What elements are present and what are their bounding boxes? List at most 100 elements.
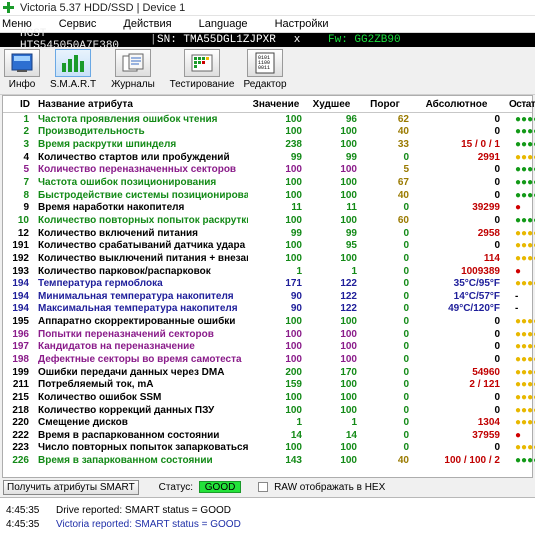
device-firmware: Fw: GG2ZB90 bbox=[328, 34, 401, 46]
get-smart-button[interactable]: Получить атрибуты SMART bbox=[3, 479, 139, 495]
table-row[interactable]: 222 Время в распаркованном состоянии 14 14 0… bbox=[3, 429, 532, 442]
cell-threshold: 0 bbox=[403, 202, 409, 214]
table-row[interactable]: 2 Производительность 100 100 40 0 ●●●●● bbox=[3, 126, 535, 139]
cell-rest: ● bbox=[515, 265, 522, 277]
table-row[interactable]: 220 Смещение дисков 1 1 0 1304 ●●●● bbox=[3, 416, 535, 429]
cell-name: Частота проявления ошибок чтения bbox=[38, 113, 218, 125]
table-row[interactable]: 215 Количество ошибок SSM 100 100 0 0 ●●●● bbox=[3, 391, 535, 404]
test-tab-button[interactable]: Тестирование bbox=[168, 49, 236, 90]
cell-rest: ●●●● bbox=[515, 391, 535, 403]
cell-name: Кандидатов на переназначение bbox=[38, 341, 195, 353]
table-row[interactable]: 195 Аппаратно скорректированные ошибки 100… bbox=[3, 315, 535, 328]
status-badge: GOOD bbox=[199, 481, 242, 493]
table-row[interactable]: 226 Время в запаркованном состоянии 143 100… bbox=[3, 454, 535, 467]
table-row[interactable]: 191 Количество срабатываний датчика удара… bbox=[3, 239, 535, 252]
cell-value: 100 bbox=[285, 189, 302, 201]
table-row[interactable]: 198 Дефектные секторы во время самотеста 1… bbox=[3, 353, 535, 366]
cell-raw: 2 / 121 bbox=[469, 379, 500, 391]
table-row[interactable]: 199 Ошибки передачи данных через DMA 200 17… bbox=[3, 366, 535, 379]
table-row[interactable]: 10 Количество повторных попыток раскрутки… bbox=[3, 214, 535, 227]
editor-tab-button[interactable]: 0101 1100 0011 Редактор bbox=[243, 49, 287, 90]
table-row[interactable]: 1 Частота проявления ошибок чтения 100 96 62… bbox=[3, 113, 535, 126]
cell-value: 159 bbox=[285, 379, 302, 391]
cell-id: 198 bbox=[12, 353, 29, 365]
cell-threshold: 0 bbox=[403, 252, 409, 264]
cell-raw: 0 bbox=[494, 240, 500, 252]
table-row[interactable]: 7 Частота ошибок позиционирования 100 100 67… bbox=[3, 176, 535, 189]
cell-worst: 100 bbox=[340, 353, 357, 365]
cell-id: 192 bbox=[12, 252, 29, 264]
cell-value: 100 bbox=[285, 404, 302, 416]
table-row[interactable]: 196 Попытки переназначений секторов 100 100… bbox=[3, 328, 535, 341]
header-name[interactable]: Название атрибута bbox=[34, 99, 248, 110]
cell-worst: 99 bbox=[345, 227, 357, 239]
device-separator: | bbox=[150, 34, 157, 46]
table-body: 1 Частота проявления ошибок чтения 100 96 62… bbox=[3, 113, 535, 467]
header-threshold[interactable]: Порог bbox=[359, 99, 411, 110]
smart-attributes-table: ID Название атрибута Значение Худшее Пор… bbox=[2, 95, 535, 478]
cell-raw: 2991 bbox=[477, 151, 500, 163]
cell-threshold: 0 bbox=[403, 391, 409, 403]
table-row[interactable]: 194 Максимальная температура накопителя 90… bbox=[3, 303, 532, 316]
menu-item-language[interactable]: Language bbox=[195, 18, 252, 30]
cell-raw: 0 bbox=[494, 189, 500, 201]
table-row[interactable]: 5 Количество переназначенных секторов 100 1… bbox=[3, 164, 535, 177]
log-time: 4:45:35 bbox=[6, 518, 40, 530]
svg-text:0011: 0011 bbox=[258, 65, 270, 71]
table-row[interactable]: 194 Температура гермоблока 171 122 0 35°C/95°… bbox=[3, 277, 535, 290]
menu-item-settings[interactable]: Настройки bbox=[271, 18, 333, 30]
log-panel: 4:45:35 Drive reported: SMART status = G… bbox=[0, 497, 535, 540]
device-bar: HGST HTS545050A7E380 | SN: TMA55DGL1ZJPX… bbox=[0, 28, 535, 52]
raw-hex-label[interactable]: RAW отображать в HEX bbox=[274, 482, 385, 493]
header-id[interactable]: ID bbox=[3, 99, 34, 110]
cell-worst: 100 bbox=[340, 214, 357, 226]
log-time: 4:45:35 bbox=[6, 504, 40, 516]
cell-value: 100 bbox=[285, 126, 302, 138]
test-icon bbox=[184, 49, 220, 77]
cell-threshold: 62 bbox=[397, 113, 409, 125]
header-rest[interactable]: Остаток bbox=[502, 99, 535, 110]
cell-name: Количество ошибок SSM bbox=[38, 391, 162, 403]
cell-value: 100 bbox=[285, 391, 302, 403]
table-row[interactable]: 194 Минимальная температура накопителя 90 1… bbox=[3, 290, 532, 303]
table-row[interactable]: 218 Количество коррекций данных ПЗУ 100 100… bbox=[3, 404, 535, 417]
cell-id: 10 bbox=[17, 214, 29, 226]
cell-rest: ●●●● bbox=[515, 151, 535, 163]
table-row[interactable]: 12 Количество включений питания 99 99 0 2958 ●… bbox=[3, 227, 535, 240]
cell-rest: ●●●●● bbox=[515, 164, 535, 176]
cell-threshold: 0 bbox=[403, 278, 409, 290]
cell-value: 100 bbox=[285, 177, 302, 189]
cell-raw: 114 bbox=[483, 252, 500, 264]
table-row[interactable]: 197 Кандидатов на переназначение 100 100 0 0 ●… bbox=[3, 341, 535, 354]
smart-tab-button[interactable]: S.M.A.R.T bbox=[48, 49, 98, 90]
header-raw[interactable]: Абсолютное bbox=[411, 99, 502, 110]
header-worst[interactable]: Худшее bbox=[304, 99, 359, 110]
cell-rest: ●●●●● bbox=[515, 126, 535, 138]
cell-name: Ошибки передачи данных через DMA bbox=[38, 366, 225, 378]
table-row[interactable]: 223 Число повторных попыток запарковаться… bbox=[3, 442, 535, 455]
table-row[interactable]: 211 Потребляемый ток, mA 159 100 0 2 / 121 ●●●… bbox=[3, 378, 535, 391]
table-row[interactable]: 192 Количество выключений питания + внеза… bbox=[3, 252, 535, 265]
cell-worst: 100 bbox=[340, 404, 357, 416]
logs-tab-button[interactable]: Журналы bbox=[105, 49, 161, 90]
table-row[interactable]: 193 Количество парковок/распарковок 1 1 0 100… bbox=[3, 265, 532, 278]
cell-raw: 49°C/120°F bbox=[448, 303, 500, 315]
editor-tab-label: Редактор bbox=[243, 79, 287, 90]
table-row[interactable]: 4 Количество стартов или пробуждений 99 99 0… bbox=[3, 151, 535, 164]
log-message: Drive reported: SMART status = GOOD bbox=[56, 504, 231, 516]
table-row[interactable]: 8 Быстродействие системы позиционирования… bbox=[3, 189, 535, 202]
raw-hex-checkbox[interactable] bbox=[258, 482, 269, 492]
cell-id: 197 bbox=[12, 341, 29, 353]
cell-worst: 100 bbox=[340, 252, 357, 264]
close-device-button[interactable]: x bbox=[278, 34, 316, 46]
cell-rest: ● bbox=[515, 202, 522, 214]
cell-value: 11 bbox=[291, 202, 302, 214]
cell-id: 3 bbox=[23, 139, 29, 151]
table-row[interactable]: 9 Время наработки накопителя 11 11 0 39299 ● bbox=[3, 201, 532, 214]
table-row[interactable]: 3 Время раскрутки шпинделя 238 100 33 15 / 0 … bbox=[3, 138, 535, 151]
header-value[interactable]: Значение bbox=[248, 99, 304, 110]
info-tab-button[interactable]: Инфо bbox=[3, 49, 41, 90]
cell-id: 4 bbox=[23, 151, 29, 163]
cell-id: 199 bbox=[12, 366, 29, 378]
logs-tab-label: Журналы bbox=[111, 79, 155, 90]
